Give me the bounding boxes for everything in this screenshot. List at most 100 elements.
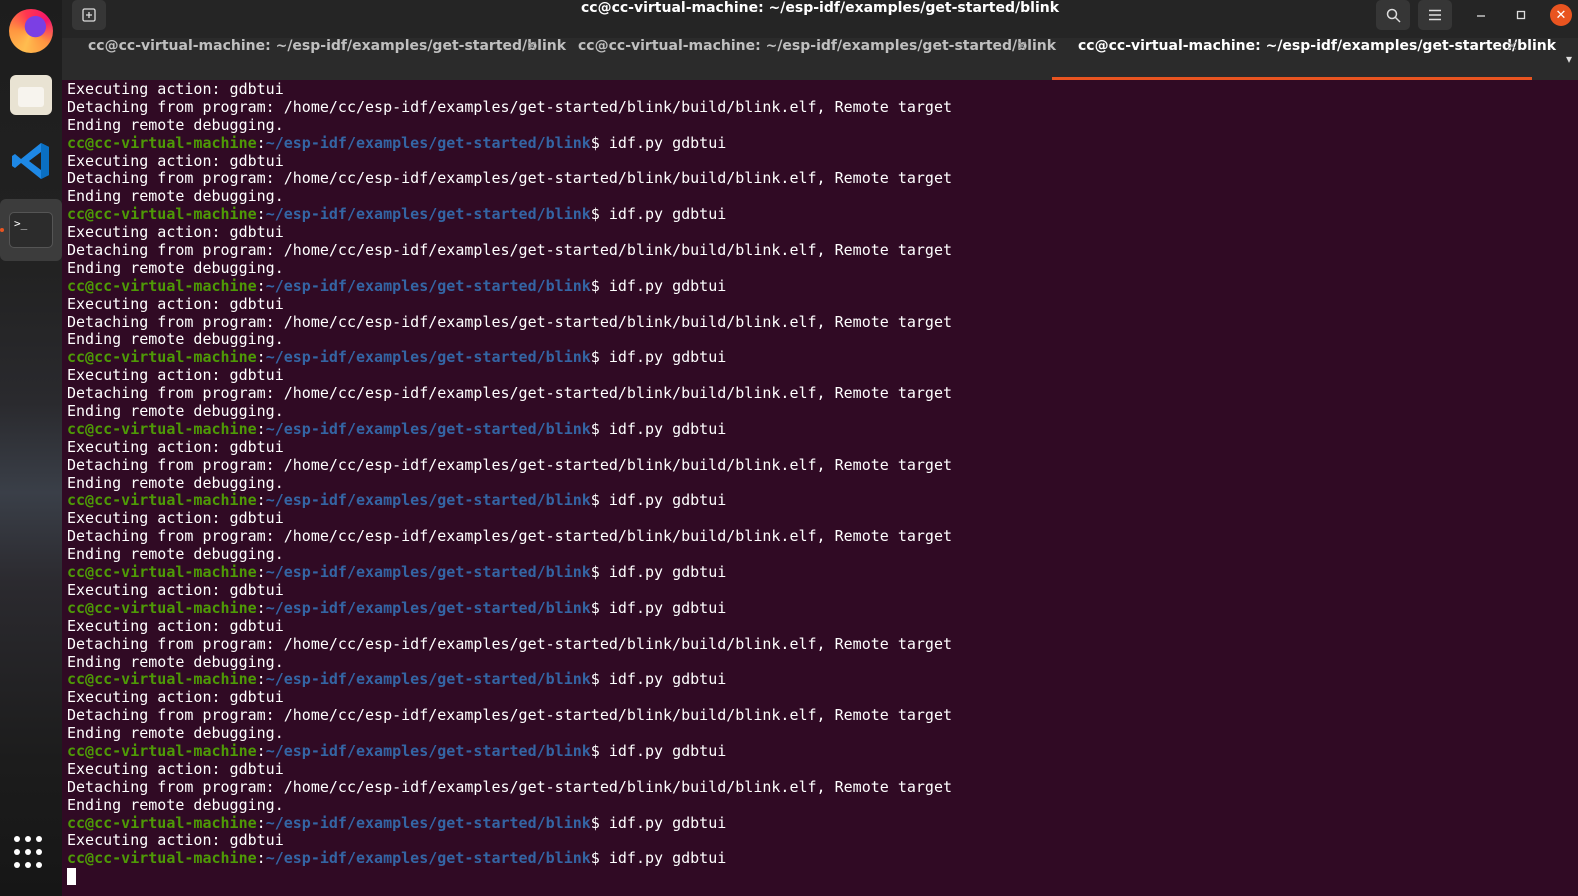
prompt-command: $ idf.py gdbtui [590, 491, 727, 510]
maximize-button[interactable] [1504, 0, 1538, 30]
terminal-output-line: Ending remote debugging. [67, 115, 284, 134]
terminal-output-line: Detaching from program: /home/cc/esp-idf… [67, 455, 953, 474]
files-icon[interactable] [0, 64, 62, 126]
tab-close-icon[interactable]: × [526, 38, 538, 54]
prompt-colon: : [256, 276, 266, 295]
tab-label: cc@cc-virtual-machine: ~/esp-idf/example… [578, 38, 1057, 54]
search-button[interactable] [1376, 0, 1410, 30]
prompt-colon: : [256, 563, 266, 582]
prompt-path: ~/esp-idf/examples/get-started/blink [265, 670, 591, 689]
prompt-path: ~/esp-idf/examples/get-started/blink [265, 491, 591, 510]
prompt-path: ~/esp-idf/examples/get-started/blink [265, 348, 591, 367]
terminal-output-line: Detaching from program: /home/cc/esp-idf… [67, 527, 953, 546]
prompt-user: cc@cc-virtual-machine [67, 419, 257, 438]
minimize-button[interactable] [1464, 0, 1498, 30]
prompt-user: cc@cc-virtual-machine [67, 670, 257, 689]
maximize-icon [1516, 10, 1526, 20]
menu-button[interactable] [1418, 0, 1452, 30]
firefox-icon[interactable] [0, 0, 62, 62]
terminal-output-line: Executing action: gdbtui [67, 616, 284, 635]
vscode-icon[interactable] [0, 130, 62, 192]
terminal-prompt-line: cc@cc-virtual-machine:~/esp-idf/examples… [67, 741, 952, 761]
tab-close-icon[interactable]: × [1506, 38, 1518, 54]
apps-grid-icon[interactable] [14, 836, 48, 870]
terminal-cursor-line [67, 868, 952, 886]
tab-overflow-chevron-icon[interactable]: ▾ [1566, 38, 1572, 80]
prompt-user: cc@cc-virtual-machine [67, 598, 257, 617]
new-tab-icon [82, 8, 96, 22]
folder-shape [10, 75, 52, 115]
prompt-path: ~/esp-idf/examples/get-started/blink [265, 419, 591, 438]
prompt-user: cc@cc-virtual-machine [67, 133, 257, 152]
hamburger-icon [1429, 9, 1441, 21]
terminal-prompt-line: cc@cc-virtual-machine:~/esp-idf/examples… [67, 205, 952, 224]
terminal-output-line: Detaching from program: /home/cc/esp-idf… [67, 706, 953, 725]
terminal-output[interactable]: Executing action: gdbtui Detaching from p… [62, 80, 1578, 896]
prompt-colon: : [256, 670, 266, 689]
terminal-prompt-line: cc@cc-virtual-machine:~/esp-idf/examples… [67, 563, 952, 582]
terminal-output-line: Detaching from program: /home/cc/esp-idf… [67, 777, 953, 796]
terminal-prompt-line: cc@cc-virtual-machine:~/esp-idf/examples… [67, 598, 952, 618]
prompt-colon: : [256, 813, 266, 832]
terminal-prompt-line: cc@cc-virtual-machine:~/esp-idf/examples… [67, 492, 952, 510]
tab-close-icon[interactable]: × [1016, 38, 1028, 54]
prompt-path: ~/esp-idf/examples/get-started/blink [265, 813, 591, 832]
terminal-output-line: Detaching from program: /home/cc/esp-idf… [67, 384, 953, 403]
prompt-colon: : [256, 598, 266, 617]
prompt-command: $ idf.py gdbtui [590, 205, 727, 224]
prompt-command: $ idf.py gdbtui [590, 276, 727, 295]
terminal-output-line: Executing action: gdbtui [67, 688, 284, 707]
close-button[interactable]: ✕ [1546, 0, 1576, 30]
prompt-colon: : [256, 348, 266, 367]
terminal-output-line: Ending remote debugging. [67, 724, 284, 743]
terminal-output-line: Executing action: gdbtui [67, 437, 284, 456]
prompt-command: $ idf.py gdbtui [590, 348, 727, 367]
prompt-path: ~/esp-idf/examples/get-started/blink [265, 849, 591, 868]
prompt-user: cc@cc-virtual-machine [67, 491, 257, 510]
terminal-output-line: Ending remote debugging. [67, 545, 284, 564]
terminal-cursor [67, 868, 76, 886]
terminal-icon[interactable]: >_ [0, 199, 62, 261]
terminal-output-line: Ending remote debugging. [67, 402, 284, 421]
prompt-command: $ idf.py gdbtui [590, 849, 727, 868]
prompt-colon: : [256, 205, 266, 224]
terminal-output-line: Ending remote debugging. [67, 330, 284, 349]
terminal-output-line: Detaching from program: /home/cc/esp-idf… [67, 169, 953, 188]
prompt-command: $ idf.py gdbtui [590, 598, 727, 617]
terminal-output-line: Ending remote debugging. [67, 258, 284, 277]
terminal-output-line: Ending remote debugging. [67, 473, 284, 492]
running-indicator [0, 228, 4, 232]
terminal-prompt-line: cc@cc-virtual-machine:~/esp-idf/examples… [67, 670, 952, 689]
terminal-output-line: Detaching from program: /home/cc/esp-idf… [67, 312, 953, 331]
prompt-user: cc@cc-virtual-machine [67, 276, 257, 295]
terminal-output-line: Ending remote debugging. [67, 652, 284, 671]
terminal-output-line: Ending remote debugging. [67, 187, 284, 206]
terminal-output-line: Executing action: gdbtui [67, 80, 284, 98]
prompt-path: ~/esp-idf/examples/get-started/blink [265, 741, 591, 760]
terminal-output-line: Executing action: gdbtui [67, 759, 284, 778]
prompt-command: $ idf.py gdbtui [590, 741, 727, 760]
close-icon: ✕ [1550, 4, 1572, 26]
prompt-user: cc@cc-virtual-machine [67, 205, 257, 224]
terminal-output-line: Executing action: gdbtui [67, 831, 284, 850]
terminal-output-line: Detaching from program: /home/cc/esp-idf… [67, 97, 953, 116]
prompt-colon: : [256, 741, 266, 760]
tab-3-active[interactable]: cc@cc-virtual-machine: ~/esp-idf/example… [1052, 38, 1556, 80]
new-tab-button[interactable] [72, 0, 106, 30]
terminal-output-line: Executing action: gdbtui [67, 294, 284, 313]
prompt-colon: : [256, 849, 266, 868]
search-icon [1386, 8, 1401, 23]
terminal-prompt-line: cc@cc-virtual-machine:~/esp-idf/examples… [67, 419, 952, 439]
tab-2[interactable]: cc@cc-virtual-machine: ~/esp-idf/example… [552, 38, 1056, 80]
terminal-prompt-glyph: >_ [9, 212, 53, 248]
firefox-logo [9, 9, 53, 53]
tab-1[interactable]: cc@cc-virtual-machine: ~/esp-idf/example… [62, 38, 566, 80]
prompt-path: ~/esp-idf/examples/get-started/blink [265, 563, 591, 582]
terminal-prompt-line: cc@cc-virtual-machine:~/esp-idf/examples… [67, 133, 952, 153]
terminal-output-line: Executing action: gdbtui [67, 223, 284, 242]
prompt-user: cc@cc-virtual-machine [67, 348, 257, 367]
terminal-output-line: Detaching from program: /home/cc/esp-idf… [67, 634, 953, 653]
tab-bar: cc@cc-virtual-machine: ~/esp-idf/example… [62, 38, 1578, 80]
prompt-path: ~/esp-idf/examples/get-started/blink [265, 276, 591, 295]
terminal-prompt-line: cc@cc-virtual-machine:~/esp-idf/examples… [67, 849, 952, 868]
